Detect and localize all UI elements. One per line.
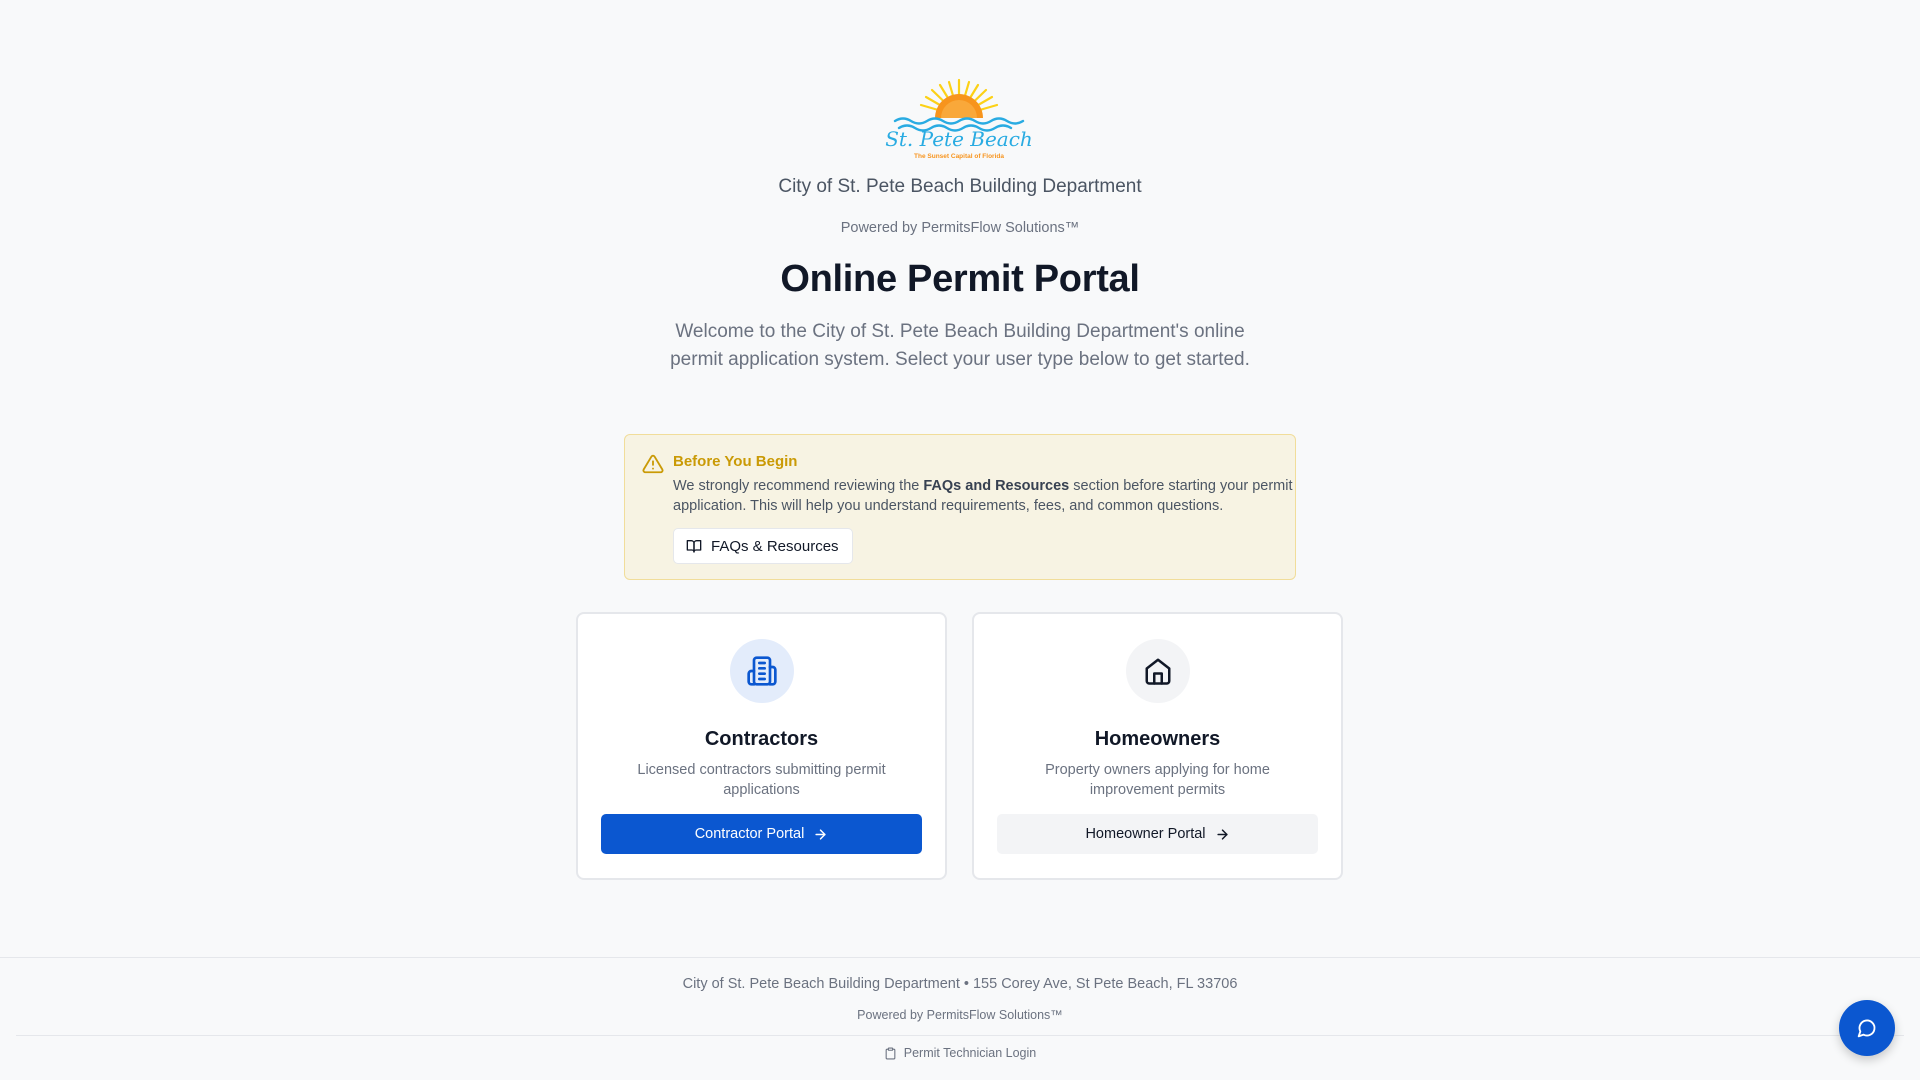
warning-triangle-icon <box>642 454 664 474</box>
homeowners-card: Homeowners Property owners applying for … <box>972 612 1343 880</box>
clipboard-icon <box>885 1047 896 1059</box>
notice-text-bold: FAQs and Resources <box>923 478 1070 494</box>
arrow-right-icon <box>815 828 826 840</box>
st-pete-beach-logo: St. Pete Beach The Sunset Capital of Flo… <box>885 78 1033 160</box>
house-icon <box>1145 658 1171 685</box>
contractors-icon-circle <box>730 639 794 703</box>
building-icon <box>747 656 777 686</box>
contractor-portal-button[interactable]: Contractor Portal <box>601 814 922 854</box>
footer-divider <box>16 1035 1904 1036</box>
homeowner-portal-button[interactable]: Homeowner Portal <box>997 814 1318 854</box>
homeowner-portal-label: Homeowner Portal <box>1085 826 1206 842</box>
book-open-icon <box>686 540 702 553</box>
homeowners-icon-circle <box>1126 639 1190 703</box>
homeowners-description: Property owners applying for home improv… <box>1045 762 1270 798</box>
faqs-resources-button[interactable]: FAQs & Resources <box>673 528 853 564</box>
chat-button[interactable] <box>1839 1000 1895 1056</box>
homeowners-title: Homeowners <box>1094 728 1221 750</box>
contractors-card: Contractors Licensed contractors submitt… <box>576 612 947 880</box>
page-footer: City of St. Pete Beach Building Departme… <box>0 957 1920 1080</box>
page-title: Online Permit Portal <box>780 258 1140 300</box>
notice-text: We strongly recommend reviewing the FAQs… <box>673 476 1293 516</box>
chat-bubble-icon <box>1857 1019 1876 1038</box>
powered-by-text: Powered by PermitsFlow Solutions™ <box>840 220 1080 236</box>
notice-text-before: We strongly recommend reviewing the <box>673 478 924 494</box>
welcome-text: Welcome to the City of St. Pete Beach Bu… <box>670 321 1250 370</box>
footer-address: City of St. Pete Beach Building Departme… <box>682 976 1238 992</box>
department-name: City of St. Pete Beach Building Departme… <box>778 176 1142 197</box>
permit-technician-login-link[interactable]: Permit Technician Login <box>0 1046 1920 1060</box>
contractor-portal-label: Contractor Portal <box>694 826 805 842</box>
logo-tagline-text: The Sunset Capital of Florida <box>914 153 1004 160</box>
contractors-description: Licensed contractors submitting permit a… <box>637 762 886 798</box>
logo-script-text: St. Pete Beach <box>885 127 1033 151</box>
arrow-right-icon <box>1216 828 1228 840</box>
footer-powered-by: Powered by PermitsFlow Solutions™ <box>857 1008 1063 1022</box>
main-content: St. Pete Beach The Sunset Capital of Flo… <box>0 0 1920 957</box>
permit-technician-login-label: Permit Technician Login <box>903 1046 1037 1060</box>
faqs-resources-label: FAQs & Resources <box>711 537 839 555</box>
contractors-title: Contractors <box>704 728 819 750</box>
notice-heading: Before You Begin <box>673 453 798 470</box>
before-you-begin-notice: Before You Begin We strongly recommend r… <box>624 434 1296 580</box>
